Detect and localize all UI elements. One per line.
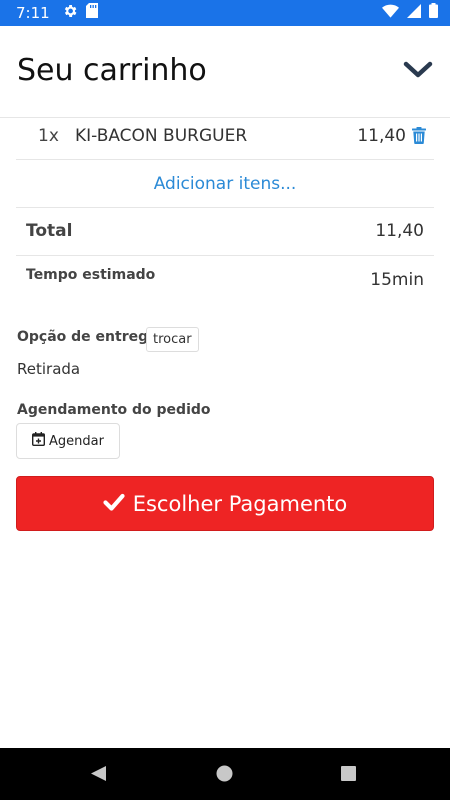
swap-delivery-button[interactable]: trocar [146, 327, 199, 352]
choose-payment-label: Escolher Pagamento [132, 491, 348, 516]
add-items-link[interactable]: Adicionar itens... [16, 160, 434, 208]
back-icon[interactable] [90, 765, 107, 787]
item-name: KI-BACON BURGUER [75, 126, 248, 146]
sd-card-icon [85, 3, 98, 23]
battery-icon [429, 3, 438, 23]
gear-icon [62, 3, 78, 24]
estimated-time-label: Tempo estimado [26, 267, 156, 283]
cart-header: Seu carrinho [0, 26, 450, 118]
cart-item: 1x KI-BACON BURGUER 11,40 [16, 118, 434, 160]
navigation-bar [0, 748, 450, 800]
item-quantity: 1x [38, 126, 59, 146]
status-time: 7:11 [16, 4, 50, 22]
home-icon[interactable] [216, 765, 233, 787]
item-price: 11,40 [357, 126, 406, 146]
delivery-option-label: Opção de entrega [17, 329, 158, 345]
total-label: Total [26, 221, 73, 241]
choose-payment-button[interactable]: Escolher Pagamento [16, 476, 434, 531]
calendar-plus-icon [32, 432, 46, 450]
page-title: Seu carrinho [17, 53, 207, 88]
status-icons-right [382, 3, 438, 23]
estimated-time-row: Tempo estimado 15min [16, 256, 434, 304]
chevron-down-icon [403, 60, 433, 85]
wifi-icon [382, 4, 399, 23]
trash-icon[interactable] [412, 127, 428, 145]
schedule-label: Agendamento do pedido [17, 402, 211, 418]
estimated-time-value: 15min [370, 270, 424, 290]
total-row: Total 11,40 [16, 208, 434, 256]
signal-icon [407, 3, 421, 23]
recent-apps-icon[interactable] [341, 766, 356, 786]
schedule-button-label: Agendar [49, 433, 104, 449]
delivery-option-value: Retirada [17, 360, 81, 378]
schedule-button[interactable]: Agendar [16, 423, 120, 459]
status-bar: 7:11 [0, 0, 450, 26]
status-icons-left [62, 3, 98, 24]
collapse-cart-button[interactable] [400, 56, 436, 88]
check-icon [103, 492, 125, 516]
total-value: 11,40 [375, 221, 424, 241]
